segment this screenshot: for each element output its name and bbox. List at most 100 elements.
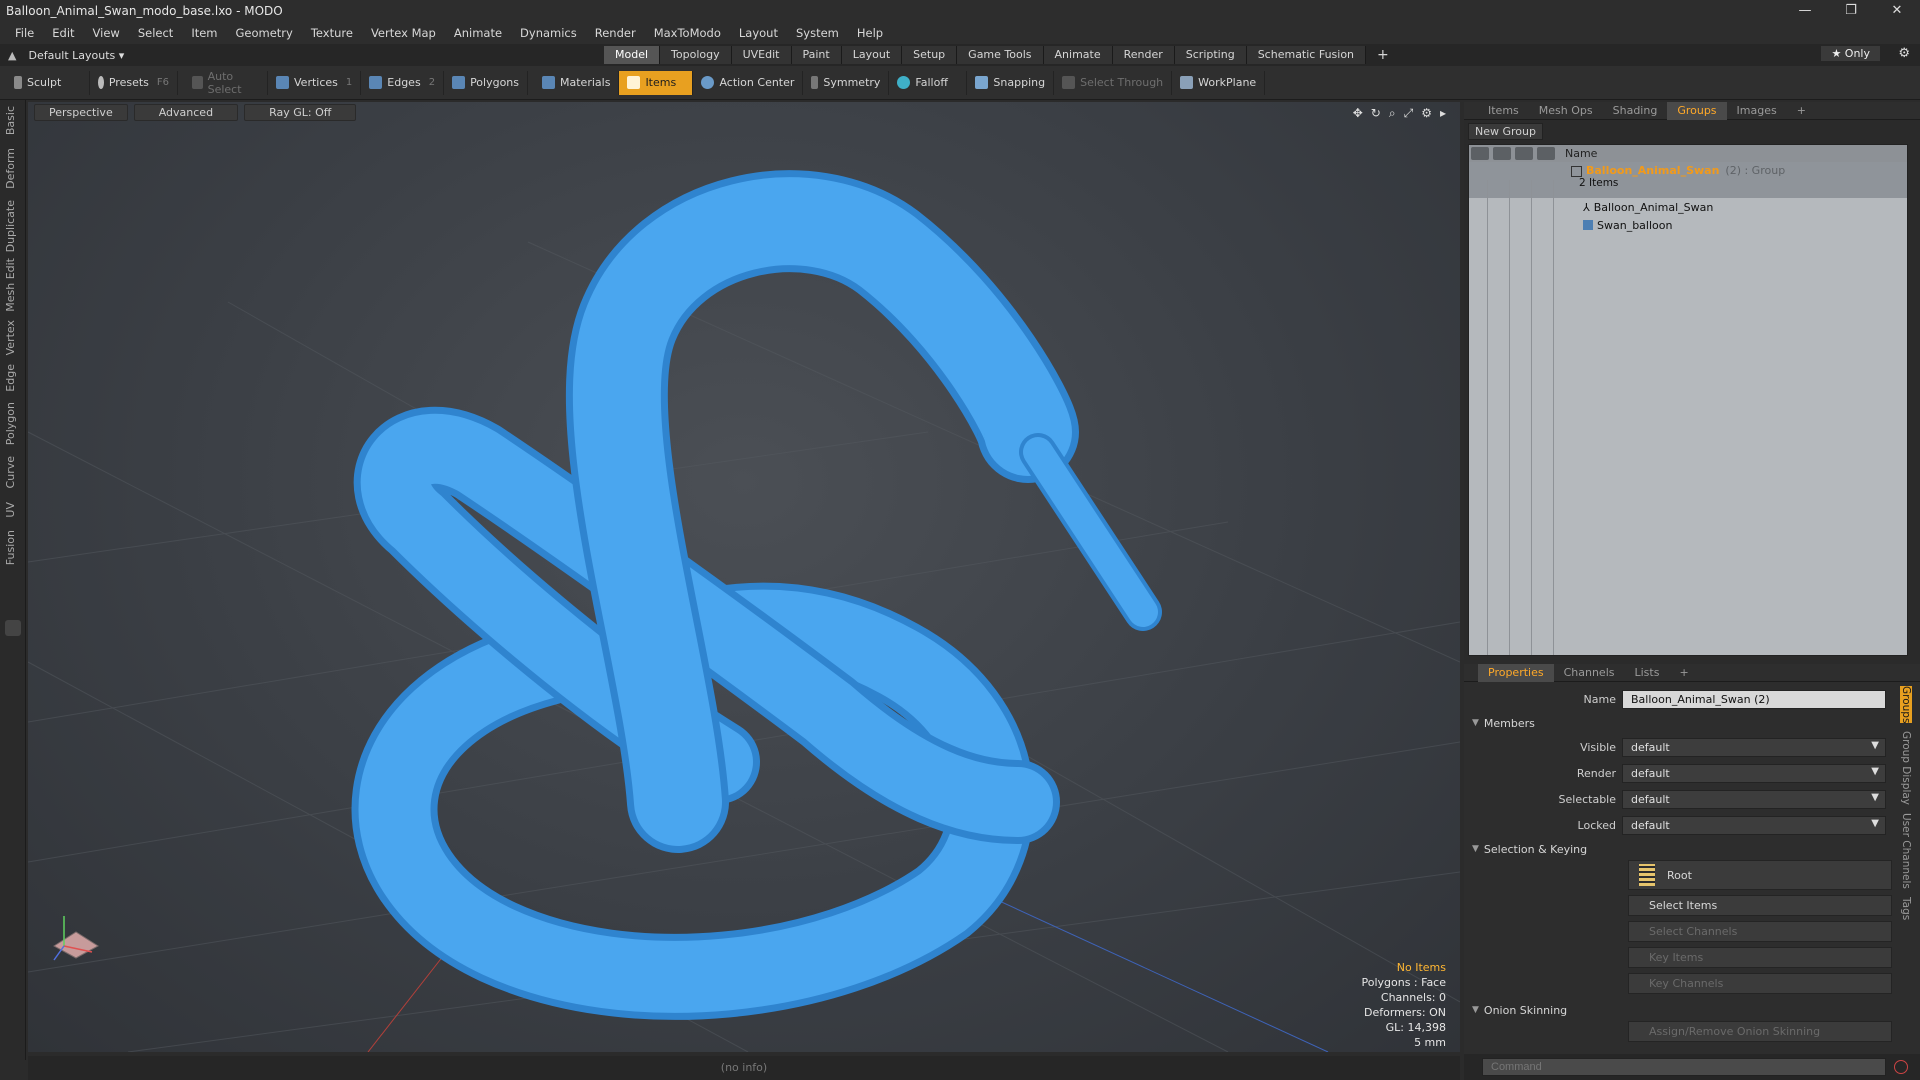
tab-images[interactable]: Images bbox=[1727, 102, 1787, 120]
tab-scripting[interactable]: Scripting bbox=[1174, 46, 1247, 64]
menu-render[interactable]: Render bbox=[586, 26, 645, 40]
pan-icon[interactable]: ✥ bbox=[1353, 106, 1363, 121]
menu-item[interactable]: Item bbox=[182, 26, 226, 40]
menu-view[interactable]: View bbox=[84, 26, 129, 40]
tab-setup[interactable]: Setup bbox=[902, 46, 958, 64]
materials-button[interactable]: Materials bbox=[534, 70, 620, 95]
selectable-dropdown[interactable]: default ▼ bbox=[1622, 789, 1886, 809]
left-tab-vertex[interactable]: Vertex bbox=[4, 320, 22, 355]
tab-model[interactable]: Model bbox=[604, 46, 661, 64]
add-tab-button[interactable]: + bbox=[1366, 46, 1400, 64]
assign-onion-button[interactable]: Assign/Remove Onion Skinning bbox=[1628, 1021, 1892, 1042]
select-channels-button[interactable]: Select Channels bbox=[1628, 921, 1892, 942]
layout-up-icon[interactable]: ▲ bbox=[8, 49, 16, 62]
eye-icon[interactable] bbox=[1471, 147, 1489, 160]
viewport-expand-icon[interactable]: ▸ bbox=[1440, 106, 1446, 121]
name-field[interactable]: Balloon_Animal_Swan (2) bbox=[1622, 689, 1886, 709]
menu-select[interactable]: Select bbox=[129, 26, 182, 40]
menu-geometry[interactable]: Geometry bbox=[227, 26, 302, 40]
menu-file[interactable]: File bbox=[6, 26, 43, 40]
3d-viewport[interactable]: Perspective Advanced Ray GL: Off ✥ ↻ ⌕ ⤢… bbox=[28, 102, 1460, 1052]
tab-properties[interactable]: Properties bbox=[1478, 663, 1554, 682]
select-items-button[interactable]: Select Items bbox=[1628, 895, 1892, 916]
maximize-button[interactable]: ❐ bbox=[1828, 0, 1874, 22]
left-tab-curve[interactable]: Curve bbox=[4, 456, 22, 488]
tab-topology[interactable]: Topology bbox=[660, 46, 732, 64]
menu-help[interactable]: Help bbox=[848, 26, 892, 40]
lock-icon[interactable] bbox=[1515, 147, 1533, 160]
tree-row-member[interactable]: Swan_balloon bbox=[1469, 216, 1907, 234]
side-tab-tags[interactable]: Tags bbox=[1900, 897, 1912, 920]
zoom-icon[interactable]: ⌕ bbox=[1389, 106, 1396, 121]
left-tab-uv[interactable]: UV bbox=[4, 502, 22, 518]
left-tab-polygon[interactable]: Polygon bbox=[4, 402, 22, 445]
tab-paint[interactable]: Paint bbox=[791, 46, 842, 64]
fit-icon[interactable]: ⤢ bbox=[1404, 106, 1414, 121]
close-button[interactable]: ✕ bbox=[1874, 0, 1920, 22]
menu-dynamics[interactable]: Dynamics bbox=[511, 26, 586, 40]
minimize-button[interactable]: — bbox=[1782, 0, 1828, 22]
tab-mesh-ops[interactable]: Mesh Ops bbox=[1529, 102, 1603, 120]
left-tab-duplicate[interactable]: Duplicate bbox=[4, 200, 22, 252]
onion-skinning-section[interactable]: ▼ Onion Skinning bbox=[1464, 999, 1920, 1021]
add-panel-tab-button[interactable]: + bbox=[1787, 102, 1816, 120]
left-tab-fusion[interactable]: Fusion bbox=[4, 530, 22, 565]
visible-dropdown[interactable]: default ▼ bbox=[1622, 737, 1886, 757]
items-button[interactable]: Items bbox=[619, 70, 694, 95]
add-properties-tab-button[interactable]: + bbox=[1669, 664, 1698, 682]
root-button[interactable]: Root bbox=[1628, 860, 1892, 890]
tab-game-tools[interactable]: Game Tools bbox=[957, 46, 1044, 64]
tree-row-member[interactable]: ⅄ Balloon_Animal_Swan bbox=[1469, 198, 1907, 216]
snapping-button[interactable]: Snapping bbox=[967, 70, 1055, 95]
key-channels-button[interactable]: Key Channels bbox=[1628, 973, 1892, 994]
menu-vertex-map[interactable]: Vertex Map bbox=[362, 26, 445, 40]
tab-schematic-fusion[interactable]: Schematic Fusion bbox=[1246, 46, 1367, 64]
symmetry-button[interactable]: Symmetry bbox=[803, 70, 890, 95]
tab-channels[interactable]: Channels bbox=[1554, 664, 1625, 682]
members-section[interactable]: ▼ Members bbox=[1464, 712, 1920, 734]
falloff-button[interactable]: Falloff bbox=[889, 70, 968, 95]
tab-items[interactable]: Items bbox=[1478, 102, 1529, 120]
viewport-settings-icon[interactable]: ⚙ bbox=[1421, 106, 1432, 121]
side-tab-groups[interactable]: Groups bbox=[1900, 686, 1912, 724]
left-panel-toggle[interactable] bbox=[5, 620, 21, 636]
render-icon[interactable] bbox=[1493, 147, 1511, 160]
shading-dropdown[interactable]: Advanced bbox=[133, 104, 239, 121]
action-center-button[interactable]: Action Center bbox=[693, 70, 804, 95]
render-dropdown[interactable]: default ▼ bbox=[1622, 763, 1886, 783]
settings-gear-icon[interactable]: ⚙ bbox=[1898, 46, 1910, 61]
tab-shading[interactable]: Shading bbox=[1603, 102, 1668, 120]
select-icon[interactable] bbox=[1537, 147, 1555, 160]
menu-system[interactable]: System bbox=[787, 26, 848, 40]
new-group-button[interactable]: New Group bbox=[1468, 123, 1543, 140]
tab-uvedit[interactable]: UVEdit bbox=[731, 46, 792, 64]
presets-button[interactable]: Presets F6 bbox=[90, 70, 178, 95]
key-items-button[interactable]: Key Items bbox=[1628, 947, 1892, 968]
menu-texture[interactable]: Texture bbox=[302, 26, 362, 40]
locked-dropdown[interactable]: default ▼ bbox=[1622, 815, 1886, 835]
tab-lists[interactable]: Lists bbox=[1625, 664, 1670, 682]
sculpt-button[interactable]: Sculpt bbox=[6, 70, 90, 95]
command-input[interactable] bbox=[1482, 1058, 1886, 1076]
tab-layout[interactable]: Layout bbox=[841, 46, 903, 64]
side-tab-group-display[interactable]: Group Display bbox=[1900, 731, 1912, 805]
menu-layout[interactable]: Layout bbox=[730, 26, 787, 40]
select-through-button[interactable]: Select Through bbox=[1054, 70, 1173, 95]
menu-edit[interactable]: Edit bbox=[43, 26, 83, 40]
edges-button[interactable]: Edges 2 bbox=[361, 70, 445, 95]
vertices-button[interactable]: Vertices 1 bbox=[268, 70, 362, 95]
tab-animate[interactable]: Animate bbox=[1043, 46, 1113, 64]
left-tab-deform[interactable]: Deform bbox=[4, 148, 22, 189]
left-tab-mesh-edit[interactable]: Mesh Edit bbox=[4, 258, 22, 312]
raygl-dropdown[interactable]: Ray GL: Off bbox=[244, 104, 357, 121]
selection-keying-section[interactable]: ▼ Selection & Keying bbox=[1464, 838, 1920, 860]
tree-row-group[interactable]: Balloon_Animal_Swan (2) : Group 2 Items bbox=[1469, 162, 1907, 198]
menu-maxtomodo[interactable]: MaxToModo bbox=[645, 26, 730, 40]
view-type-dropdown[interactable]: Perspective bbox=[34, 104, 128, 121]
auto-select-button[interactable]: Auto Select bbox=[184, 70, 268, 96]
layout-preset-dropdown[interactable]: Default Layouts ▾ bbox=[28, 49, 124, 62]
workplane-button[interactable]: WorkPlane bbox=[1172, 70, 1266, 95]
command-history-icon[interactable] bbox=[1894, 1060, 1908, 1074]
tab-groups[interactable]: Groups bbox=[1667, 101, 1727, 120]
name-column-header[interactable]: Name bbox=[1565, 147, 1597, 160]
